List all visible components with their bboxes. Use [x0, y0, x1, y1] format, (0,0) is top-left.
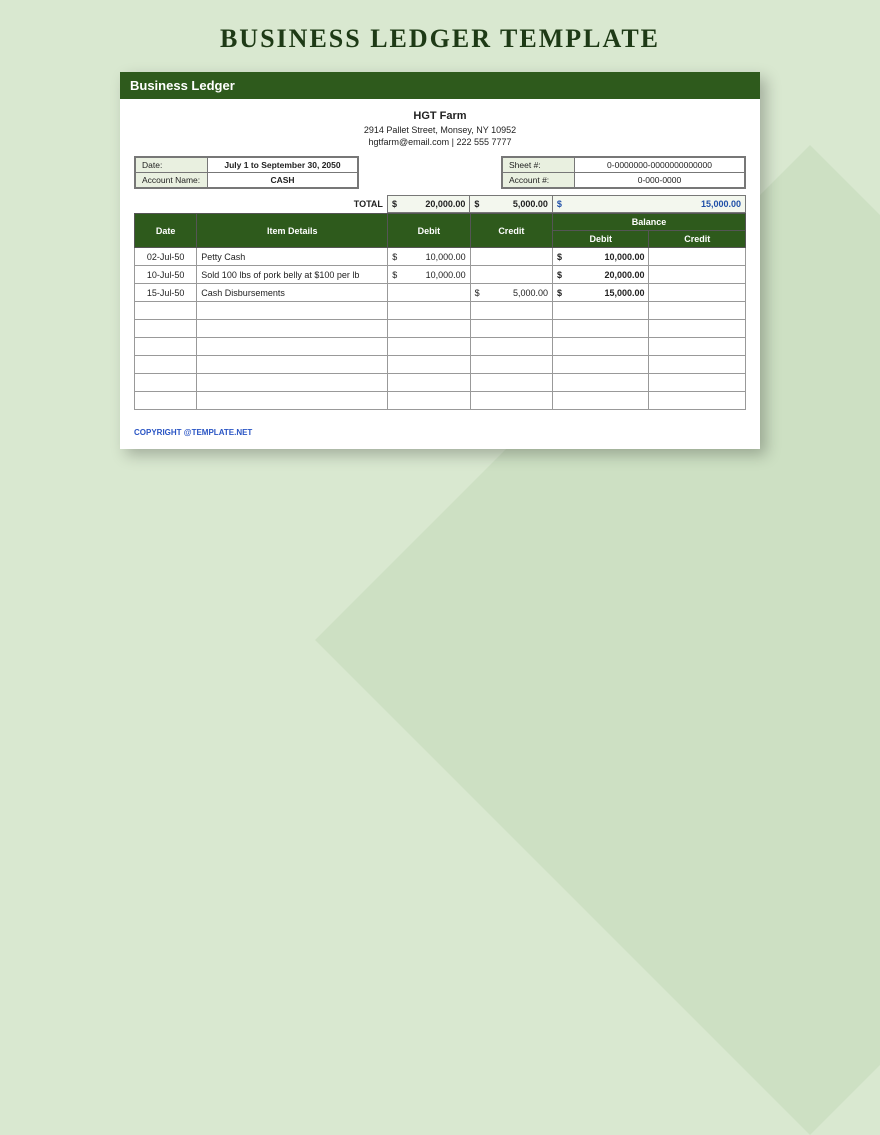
table-cell: [197, 374, 388, 392]
table-cell: [649, 284, 746, 302]
table-cell: [649, 356, 746, 374]
table-row: [135, 356, 746, 374]
table-cell: [553, 338, 649, 356]
page-title: BUSINESS LEDGER TEMPLATE: [0, 0, 880, 72]
table-cell: [470, 392, 552, 410]
col-balance-debit: Debit: [553, 231, 649, 248]
col-date: Date: [135, 214, 197, 248]
table-cell: [470, 356, 552, 374]
company-name: HGT Farm: [120, 109, 760, 124]
table-cell: [649, 338, 746, 356]
table-cell: [649, 266, 746, 284]
total-balance: $15,000.00: [552, 196, 745, 213]
table-cell: Cash Disbursements: [197, 284, 388, 302]
table-cell: [388, 338, 470, 356]
col-balance: Balance: [553, 214, 746, 231]
table-cell: [470, 320, 552, 338]
company-address: 2914 Pallet Street, Monsey, NY 10952: [120, 124, 760, 136]
table-cell: [135, 392, 197, 410]
table-row: 15-Jul-50Cash Disbursements $5,000.00$15,…: [135, 284, 746, 302]
sheet-header: Business Ledger: [120, 72, 760, 99]
table-cell: $20,000.00: [553, 266, 649, 284]
table-cell: [649, 392, 746, 410]
table-cell: [470, 374, 552, 392]
sheet-number-label: Sheet #:: [503, 158, 575, 173]
company-block: HGT Farm 2914 Pallet Street, Monsey, NY …: [120, 99, 760, 156]
table-cell: [470, 338, 552, 356]
sheet-number-value: 0-0000000-0000000000000: [575, 158, 745, 173]
table-cell: [553, 374, 649, 392]
table-row: [135, 320, 746, 338]
account-name-label: Account Name:: [136, 173, 208, 188]
table-cell: [197, 338, 388, 356]
col-credit: Credit: [470, 214, 552, 248]
table-row: [135, 392, 746, 410]
company-contact: hgtfarm@email.com | 222 555 7777: [120, 136, 760, 148]
table-row: 02-Jul-50Petty Cash$10,000.00$10,000.00: [135, 248, 746, 266]
total-label: TOTAL: [134, 196, 387, 213]
table-cell: $10,000.00: [388, 248, 470, 266]
table-cell: [649, 320, 746, 338]
table-cell: [388, 320, 470, 338]
account-name-value: CASH: [208, 173, 358, 188]
col-debit: Debit: [388, 214, 470, 248]
table-cell: Sold 100 lbs of pork belly at $100 per l…: [197, 266, 388, 284]
table-cell: [388, 356, 470, 374]
table-cell: [553, 356, 649, 374]
total-credit: $5,000.00: [470, 196, 552, 213]
table-row: 10-Jul-50Sold 100 lbs of pork belly at $…: [135, 266, 746, 284]
table-cell: [135, 302, 197, 320]
table-cell: Petty Cash: [197, 248, 388, 266]
table-cell: [197, 320, 388, 338]
table-cell: [135, 320, 197, 338]
table-cell: [553, 320, 649, 338]
meta-left-box: Date: July 1 to September 30, 2050 Accou…: [134, 156, 359, 189]
date-value: July 1 to September 30, 2050: [208, 158, 358, 173]
table-cell: [553, 392, 649, 410]
table-cell: [388, 374, 470, 392]
account-number-label: Account #:: [503, 173, 575, 188]
table-cell: [197, 356, 388, 374]
table-cell: 10-Jul-50: [135, 266, 197, 284]
table-cell: [197, 302, 388, 320]
table-cell: $10,000.00: [388, 266, 470, 284]
table-cell: [470, 302, 552, 320]
table-cell: $10,000.00: [553, 248, 649, 266]
table-cell: [649, 302, 746, 320]
total-debit: $20,000.00: [387, 196, 469, 213]
table-cell: 15-Jul-50: [135, 284, 197, 302]
table-cell: $15,000.00: [553, 284, 649, 302]
meta-right-box: Sheet #: 0-0000000-0000000000000 Account…: [501, 156, 746, 189]
copyright-text: COPYRIGHT @TEMPLATE.NET: [120, 410, 760, 437]
table-cell: [135, 356, 197, 374]
table-cell: [470, 248, 552, 266]
ledger-sheet: Business Ledger HGT Farm 2914 Pallet Str…: [120, 72, 760, 449]
table-cell: [388, 392, 470, 410]
ledger-table: Date Item Details Debit Credit Balance D…: [134, 213, 746, 410]
table-cell: [470, 266, 552, 284]
ledger-table-wrap: Date Item Details Debit Credit Balance D…: [120, 213, 760, 410]
table-row: [135, 302, 746, 320]
table-cell: [649, 374, 746, 392]
table-cell: [553, 302, 649, 320]
table-cell: [388, 302, 470, 320]
account-number-value: 0-000-0000: [575, 173, 745, 188]
table-cell: [135, 338, 197, 356]
table-row: [135, 374, 746, 392]
table-cell: [135, 374, 197, 392]
table-cell: [197, 392, 388, 410]
date-label: Date:: [136, 158, 208, 173]
table-row: [135, 338, 746, 356]
table-cell: 02-Jul-50: [135, 248, 197, 266]
table-cell: $5,000.00: [470, 284, 552, 302]
totals-row: TOTAL $20,000.00 $5,000.00 $15,000.00: [120, 195, 760, 213]
col-item: Item Details: [197, 214, 388, 248]
table-cell: [649, 248, 746, 266]
col-balance-credit: Credit: [649, 231, 746, 248]
table-cell: [388, 284, 470, 302]
